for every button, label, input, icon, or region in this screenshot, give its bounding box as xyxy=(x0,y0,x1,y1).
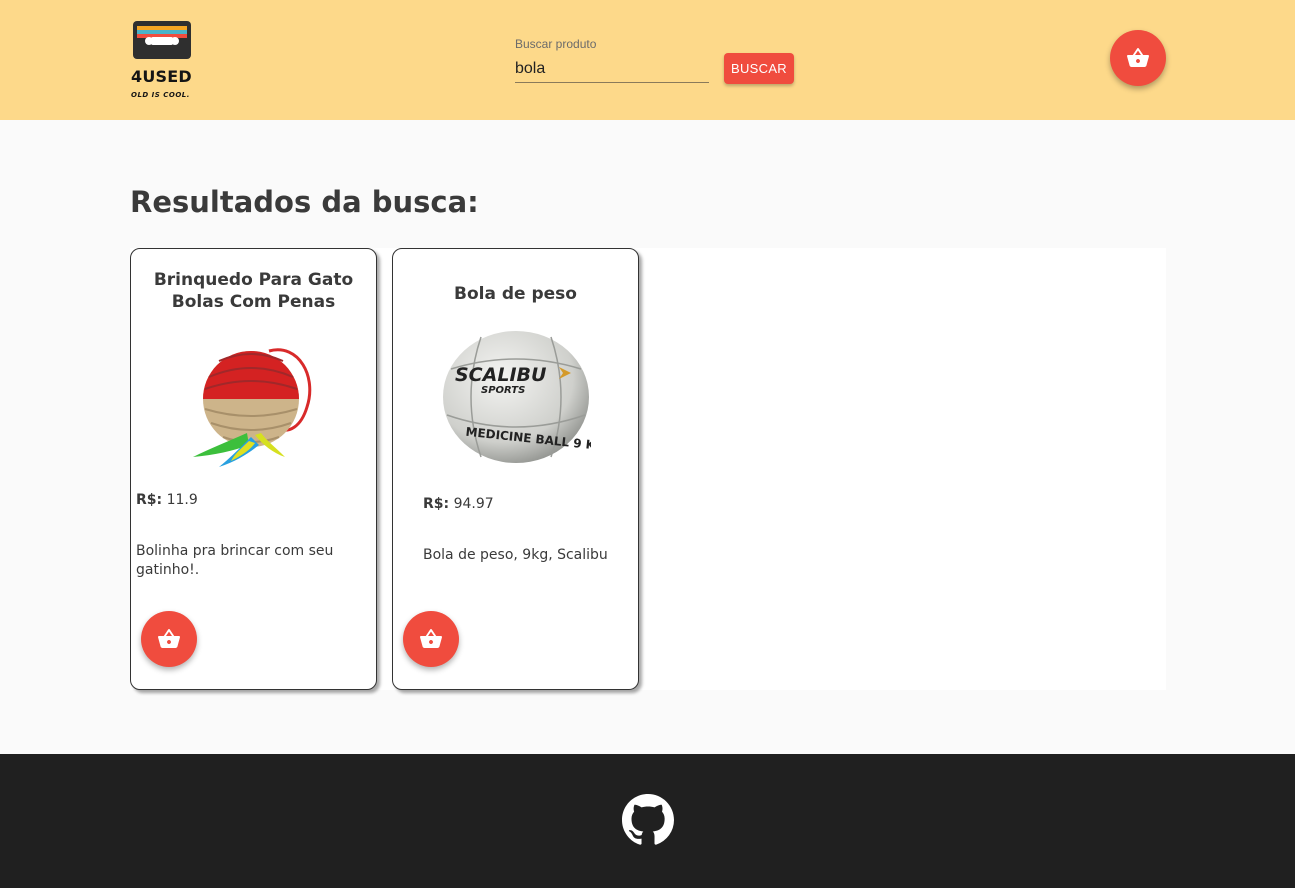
site-header: 4USED OLD IS COOL. Buscar produto BUSCAR xyxy=(0,0,1295,120)
logo-tagline: OLD IS COOL. xyxy=(131,91,190,99)
product-image xyxy=(193,348,312,467)
logo-name: 4USED xyxy=(131,67,192,86)
product-card: Bola de peso SCALIBU SPORTS MEDICINE BAL… xyxy=(392,248,639,690)
shopping-basket-icon xyxy=(1126,46,1150,70)
price-value: 94.97 xyxy=(453,496,494,512)
product-price: R$: 94.97 xyxy=(423,496,494,512)
cart-button[interactable] xyxy=(1110,30,1166,86)
shopping-basket-icon xyxy=(157,627,181,651)
cassette-tape-icon xyxy=(133,21,191,59)
logo[interactable]: 4USED OLD IS COOL. xyxy=(130,20,194,102)
add-to-cart-button[interactable] xyxy=(403,611,459,667)
search-label: Buscar produto xyxy=(515,37,597,51)
product-card: Brinquedo Para Gato Bolas Com Penas R$: … xyxy=(130,248,377,690)
ball-sub-text: SPORTS xyxy=(481,385,525,396)
price-value: 11.9 xyxy=(166,492,198,508)
search-input[interactable] xyxy=(515,56,709,83)
add-to-cart-button[interactable] xyxy=(141,611,197,667)
shopping-basket-icon xyxy=(419,627,443,651)
product-description: Bolinha pra brincar com seu gatinho!. xyxy=(136,543,334,578)
product-image: SCALIBU SPORTS MEDICINE BALL 9 KG xyxy=(443,331,591,463)
search-button[interactable]: BUSCAR xyxy=(724,53,794,84)
product-description: Bola de peso, 9kg, Scalibu xyxy=(423,547,608,563)
product-name: Bola de peso xyxy=(454,284,577,304)
github-icon[interactable] xyxy=(622,794,674,846)
product-name: Brinquedo Para Gato Bolas Com Penas xyxy=(153,270,354,312)
ball-brand-text: SCALIBU xyxy=(455,364,547,386)
price-label: R$: xyxy=(423,496,450,512)
price-label: R$: xyxy=(136,492,163,508)
product-price: R$: 11.9 xyxy=(136,492,198,508)
page-title: Resultados da busca: xyxy=(130,185,479,219)
